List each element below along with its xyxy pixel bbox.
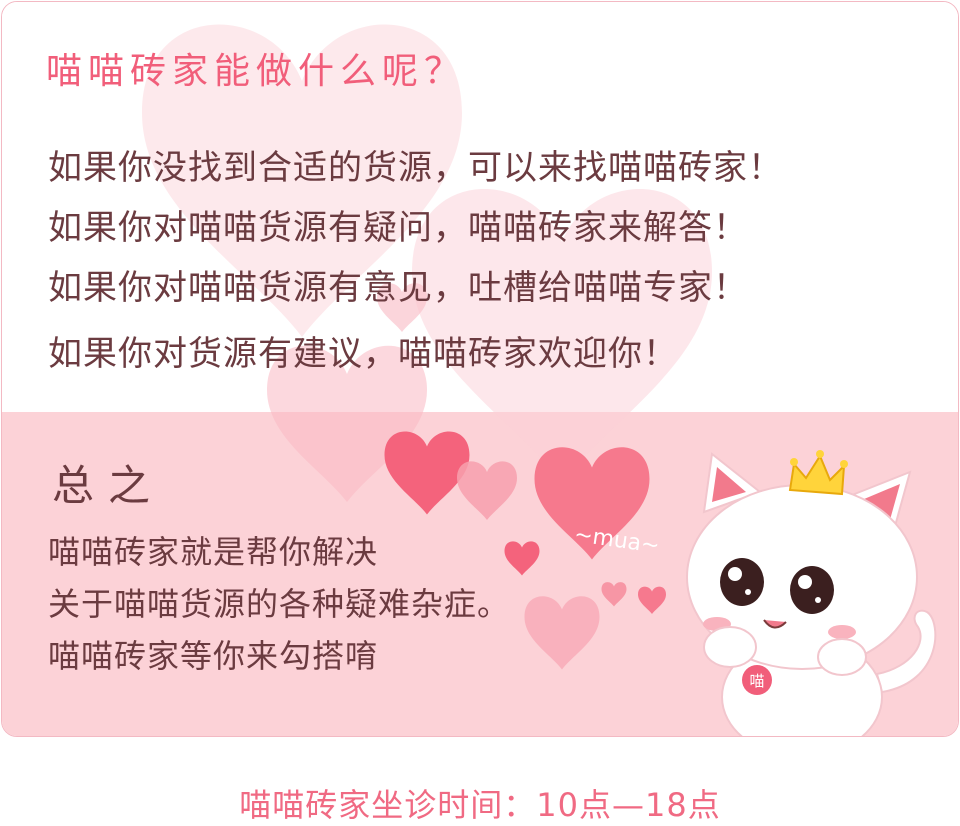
- info-card: 喵喵砖家能做什么呢？ 如果你没找到合适的货源，可以来找喵喵砖家！ 如果你对喵喵货…: [1, 1, 959, 737]
- summary-title: 总之: [52, 461, 165, 510]
- crown-icon: [788, 450, 848, 496]
- heart-icon: [524, 596, 600, 670]
- consultation-hours: 喵喵砖家坐诊时间：10点—18点: [239, 786, 721, 824]
- intro-line: 如果你没找到合适的货源，可以来找喵喵砖家！: [48, 148, 783, 188]
- heart-icon: [601, 582, 627, 607]
- heart-icon: [384, 431, 470, 515]
- cat-mascot-icon: 喵: [686, 450, 937, 736]
- intro-list: 如果你没找到合适的货源，可以来找喵喵砖家！ 如果你对喵喵货源有疑问，喵喵砖家来解…: [48, 144, 783, 390]
- intro-line: 如果你对喵喵货源有疑问，喵喵砖家来解答！: [48, 208, 748, 248]
- intro-line: 如果你对喵喵货源有意见，吐槽给喵喵专家！: [48, 268, 748, 308]
- summary-line: 喵喵砖家就是帮你解决: [48, 533, 379, 571]
- heart-icon: [457, 461, 517, 520]
- page-title: 喵喵砖家能做什么呢？: [46, 51, 467, 92]
- summary-list: 喵喵砖家就是帮你解决 关于喵喵货源的各种疑难杂症。 喵喵砖家等你来勾搭唷: [48, 526, 510, 682]
- collar-tag-text: 喵: [749, 672, 764, 690]
- summary-line: 喵喵砖家等你来勾搭唷: [48, 637, 379, 675]
- summary-line: 关于喵喵货源的各种疑难杂症。: [48, 585, 511, 623]
- intro-line: 如果你对货源有建议，喵喵砖家欢迎你！: [48, 334, 678, 374]
